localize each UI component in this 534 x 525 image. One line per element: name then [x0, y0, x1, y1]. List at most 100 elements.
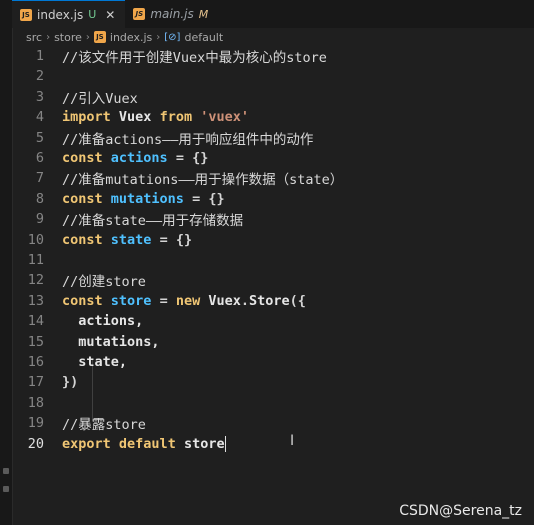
line-number: 12 [27, 272, 44, 289]
code-line[interactable]: 14 actions, [12, 311, 534, 331]
breadcrumb-item[interactable]: src [26, 31, 42, 44]
code-keyword: from [159, 109, 193, 126]
code-identifier: Vuex [118, 109, 152, 126]
code-comment: //创建store [62, 274, 146, 291]
code-line[interactable]: 1 //该文件用于创建Vuex中最为核心的store [12, 46, 534, 66]
line-number: 2 [35, 68, 44, 85]
line-number: 14 [27, 313, 44, 330]
code-property: actions, [78, 313, 144, 330]
code-comment: //准备mutations——用于操作数据（state） [62, 172, 344, 189]
tab-status-badge: M [198, 7, 209, 21]
line-number: 16 [27, 354, 44, 370]
activity-icon[interactable] [3, 486, 9, 492]
code-identifier: store [110, 292, 152, 309]
code-punctuation: . [240, 292, 250, 309]
js-file-icon: JS [93, 31, 106, 43]
code-line[interactable]: 6 const actions = {} [12, 148, 534, 168]
tab-status-badge: U [88, 8, 97, 21]
line-number: 4 [35, 109, 44, 126]
code-keyword: const [62, 150, 103, 166]
tab-main-js[interactable]: JS main.js M [125, 0, 218, 28]
code-property: state, [78, 354, 128, 370]
code-identifier: store [183, 435, 225, 452]
code-line[interactable]: 10 const state = {} [12, 230, 534, 250]
code-comment: //准备state——用于存储数据 [62, 213, 244, 230]
variable-icon: [⊘] [164, 31, 181, 43]
breadcrumb: src › store › JS index.js › [⊘] default [26, 28, 534, 46]
chevron-right-icon: › [85, 31, 90, 43]
code-comment: //引入Vuex [62, 90, 138, 107]
code-line[interactable]: 3 //引入Vuex [12, 87, 534, 107]
code-line[interactable]: 8 const mutations = {} [12, 189, 534, 209]
line-number: 10 [27, 231, 44, 248]
line-number: 7 [35, 170, 44, 187]
line-number: 8 [35, 190, 44, 207]
code-punctuation: = {} [192, 190, 225, 207]
line-number: 6 [35, 150, 44, 166]
close-icon[interactable]: ✕ [105, 8, 115, 22]
breadcrumb-item[interactable]: store [54, 31, 82, 44]
breadcrumb-item[interactable]: index.js [110, 31, 152, 44]
line-number: 5 [35, 129, 44, 146]
tab-index-js[interactable]: JS index.js U ✕ [12, 0, 126, 28]
chevron-right-icon: › [156, 31, 161, 43]
line-number: 19 [27, 415, 44, 432]
code-editor[interactable]: 1 //该文件用于创建Vuex中最为核心的store 2 3 //引入Vuex … [12, 46, 534, 525]
code-line[interactable]: 17 }) [12, 372, 534, 392]
code-keyword: default [118, 435, 176, 452]
tab-filename: index.js [37, 7, 84, 22]
tab-filename: main.js [150, 7, 194, 21]
js-file-icon: JS [133, 8, 146, 20]
code-punctuation: ({ [289, 292, 306, 309]
code-identifier: actions [110, 150, 168, 166]
code-keyword: const [62, 231, 103, 248]
mouse-ibeam-icon: I [290, 433, 295, 449]
code-line[interactable]: 5 //准备actions——用于响应组件中的动作 [12, 128, 534, 148]
code-comment: //暴露store [62, 417, 146, 434]
code-line[interactable]: 4 import Vuex from 'vuex' [12, 107, 534, 127]
breadcrumb-item[interactable]: default [184, 31, 223, 44]
code-line[interactable]: 2 [12, 66, 534, 86]
code-line[interactable]: 16 state, [12, 352, 534, 372]
code-line[interactable]: 9 //准备state——用于存储数据 [12, 209, 534, 229]
code-line[interactable]: 12 //创建store [12, 270, 534, 290]
text-cursor [224, 435, 226, 452]
line-number: 9 [35, 211, 44, 228]
line-number: 17 [27, 374, 44, 391]
code-method: Store [249, 292, 290, 309]
code-keyword: const [62, 292, 103, 309]
activity-icon[interactable] [3, 468, 9, 474]
code-line[interactable]: 7 //准备mutations——用于操作数据（state） [12, 168, 534, 188]
code-property: mutations, [78, 333, 160, 350]
code-punctuation: = {} [175, 150, 209, 166]
line-number: 13 [27, 292, 44, 309]
code-line[interactable]: 19 //暴露store [12, 413, 534, 433]
code-punctuation: }) [62, 374, 79, 391]
code-comment: //该文件用于创建Vuex中最为核心的store [62, 50, 327, 66]
code-keyword: import [62, 109, 111, 126]
code-punctuation: = {} [159, 231, 193, 248]
code-keyword: const [62, 190, 103, 207]
code-identifier: state [110, 231, 152, 248]
code-line[interactable]: 11 [12, 250, 534, 270]
line-number: 3 [35, 88, 44, 105]
line-number: 11 [27, 252, 44, 268]
code-line[interactable]: 18 [12, 393, 534, 413]
code-comment: //准备actions——用于响应组件中的动作 [62, 131, 314, 148]
code-line-current[interactable]: 20 export default store [12, 434, 534, 454]
line-number: 1 [35, 48, 44, 64]
code-identifier: mutations [110, 190, 184, 207]
code-line[interactable]: 13 const store = new Vuex.Store({ [12, 291, 534, 311]
editor-tab-bar: JS index.js U ✕ JS main.js M [12, 0, 534, 28]
code-string: 'vuex' [200, 109, 250, 126]
js-file-icon: JS [20, 8, 32, 21]
chevron-right-icon: › [46, 31, 51, 43]
code-keyword: new [175, 292, 201, 309]
code-line[interactable]: 15 mutations, [12, 332, 534, 352]
line-number: 18 [27, 394, 44, 411]
code-class-name: Vuex [208, 292, 241, 309]
code-keyword: export [62, 435, 111, 452]
line-number: 15 [27, 333, 44, 350]
line-number: 20 [27, 435, 44, 452]
code-operator: = [159, 292, 168, 309]
